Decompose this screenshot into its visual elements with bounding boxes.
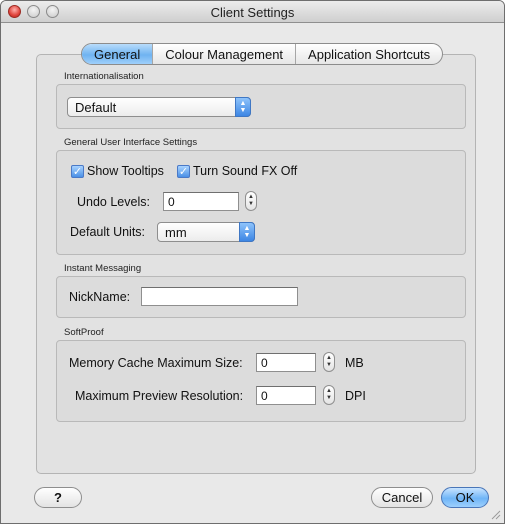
tab-general[interactable]: General — [82, 44, 153, 64]
chevron-updown-icon: ▲ ▼ — [235, 97, 251, 117]
internationalisation-label: Internationalisation — [64, 71, 144, 82]
checkmark-icon: ✓ — [178, 166, 189, 178]
nickname-field[interactable] — [141, 287, 298, 306]
undo-levels-stepper[interactable]: ▲ ▼ — [245, 191, 257, 211]
sound-fx-label[interactable]: Turn Sound FX Off — [193, 164, 297, 178]
resize-grip-icon[interactable] — [489, 508, 501, 520]
chevron-updown-icon: ▲ ▼ — [239, 222, 255, 242]
internationalisation-group: Default ▲ ▼ — [56, 84, 466, 129]
checkmark-icon: ✓ — [72, 166, 83, 178]
tab-bar: General Colour Management Application Sh… — [81, 43, 444, 65]
help-icon: ? — [54, 490, 62, 505]
nickname-label: NickName: — [69, 290, 131, 304]
memory-cache-unit: MB — [345, 356, 364, 370]
undo-levels-label: Undo Levels: — [77, 195, 150, 209]
softproof-label: SoftProof — [64, 327, 104, 338]
default-units-label: Default Units: — [70, 225, 146, 239]
show-tooltips-checkbox[interactable]: ✓ — [71, 165, 84, 178]
show-tooltips-label[interactable]: Show Tooltips — [87, 164, 164, 178]
max-preview-label: Maximum Preview Resolution: — [75, 389, 244, 403]
title-bar[interactable]: Client Settings — [1, 1, 504, 23]
memory-cache-field[interactable]: 0 — [256, 353, 316, 372]
max-preview-stepper[interactable]: ▲ ▼ — [323, 385, 335, 405]
tab-colour-management[interactable]: Colour Management — [152, 44, 295, 64]
undo-levels-field[interactable]: 0 — [163, 192, 239, 211]
window-title: Client Settings — [210, 5, 295, 20]
client-settings-window: Client Settings General Colour Managemen… — [0, 0, 505, 524]
memory-cache-label: Memory Cache Maximum Size: — [69, 356, 243, 370]
language-popup[interactable]: Default ▲ ▼ — [67, 97, 251, 117]
sound-fx-checkbox[interactable]: ✓ — [177, 165, 190, 178]
max-preview-unit: DPI — [345, 389, 366, 403]
stepper-icon: ▲ ▼ — [326, 355, 332, 368]
default-units-value: mm — [165, 225, 187, 240]
memory-cache-stepper[interactable]: ▲ ▼ — [323, 352, 335, 372]
stepper-icon: ▲ ▼ — [326, 388, 332, 401]
instant-messaging-group: NickName: — [56, 276, 466, 318]
instant-messaging-label: Instant Messaging — [64, 263, 142, 274]
ok-button[interactable]: OK — [441, 487, 489, 508]
softproof-group: Memory Cache Maximum Size: 0 ▲ ▼ MB Maxim… — [56, 340, 466, 422]
cancel-button[interactable]: Cancel — [371, 487, 433, 508]
language-value: Default — [75, 100, 117, 115]
general-ui-group: ✓ Show Tooltips ✓ Turn Sound FX Off Undo… — [56, 150, 466, 255]
default-units-popup[interactable]: mm ▲ ▼ — [157, 222, 255, 242]
help-button[interactable]: ? — [34, 487, 82, 508]
stepper-icon: ▲ ▼ — [248, 194, 254, 207]
tab-application-shortcuts[interactable]: Application Shortcuts — [295, 44, 442, 64]
max-preview-field[interactable]: 0 — [256, 386, 316, 405]
general-ui-label: General User Interface Settings — [64, 137, 198, 148]
